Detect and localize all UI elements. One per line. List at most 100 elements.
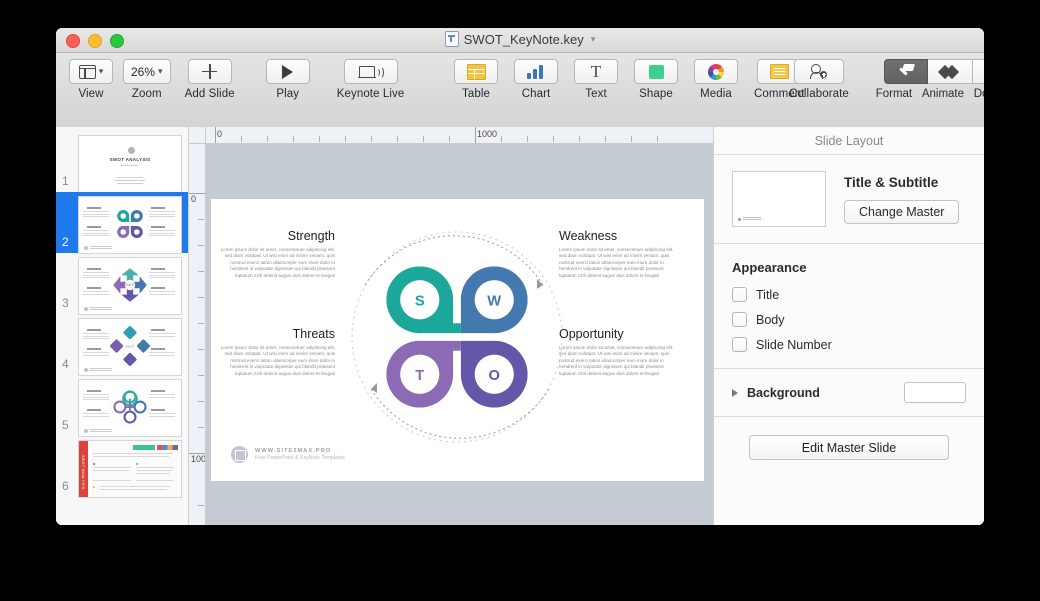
zoom-label: Zoom [132,88,162,100]
background-color-swatch[interactable] [904,382,966,403]
thumbnail-image-2 [78,196,182,254]
text-button[interactable]: T Text [574,59,618,100]
slide-thumbnail-5[interactable]: 5 [56,375,188,436]
inspector-segmented-control: Format Animate Document [871,59,984,100]
slide-footer: WWW.SITE2MAX.PRO Free PowerPoint & KeyNo… [231,446,345,463]
media-button[interactable]: Media [694,59,738,100]
view-label: View [78,88,103,100]
checkbox-body[interactable] [732,312,747,327]
chevron-down-icon[interactable]: ▾ [591,34,596,45]
ruler-h-label-0: 0 [217,129,222,139]
thumbnail-image-6: SWOT ANALYSIS [78,440,182,498]
thumb1-title: SWOT ANALYSIS [110,157,151,162]
zoom-value: 26% [131,65,155,79]
tab-animate[interactable] [928,59,973,84]
play-button[interactable]: Play [266,59,310,100]
tab-format[interactable] [884,59,928,84]
strength-title: Strength [205,229,335,243]
toolbar: ▾ View 26% ▾ Zoom Add Slide [56,53,984,128]
checkbox-row-body[interactable]: Body [732,312,966,327]
chart-icon [527,65,545,79]
keynote-live-button[interactable]: Keynote Live [337,59,405,100]
keynote-window: SWOT_KeyNote.key ▾ ▾ View 26% ▾ Zoom [56,28,984,525]
ruler-corner [189,127,206,144]
slide-number-6: 6 [62,479,69,493]
checkbox-slide-number[interactable] [732,337,747,352]
collaborate-label: Collaborate [789,88,849,100]
opportunity-title: Opportunity [559,327,624,341]
weakness-title: Weakness [559,229,617,243]
horizontal-ruler[interactable]: 0 1000 [189,127,713,144]
slide-number-4: 4 [62,357,69,371]
slide-thumbnail-4[interactable]: 4 [56,314,188,375]
vertical-ruler[interactable]: 0 1000 [189,127,206,525]
plus-icon [202,64,217,79]
slide-number-5: 5 [62,418,69,432]
slide-thumbnail-3[interactable]: 3 [56,253,188,314]
view-button[interactable]: ▾ View [69,59,113,100]
document-title[interactable]: SWOT_KeyNote.key ▾ [56,31,984,47]
slide-thumbnail-2[interactable]: 2 [56,192,188,253]
weakness-body: Lorem ipsum dolor sit amet, consectetuer… [559,247,681,279]
slide-thumbnail-6[interactable]: 6 SWOT ANALYSIS [56,436,188,497]
ruler-v-label-0: 0 [191,195,199,204]
threats-title: Threats [205,327,335,341]
title-bar: SWOT_KeyNote.key ▾ [56,28,984,53]
text-icon: T [591,63,601,80]
edit-master-slide-button[interactable]: Edit Master Slide [749,435,949,460]
media-icon [708,64,724,80]
checkbox-title-label: Title [756,288,779,302]
checkbox-body-label: Body [756,313,785,327]
tab-document-label: Document [969,88,984,100]
checkbox-title[interactable] [732,287,747,302]
swot-letter-w: W [487,294,501,310]
collaborate-button[interactable]: Collaborate [789,59,849,100]
slide-editing-surface[interactable]: S W T [211,199,704,481]
keynote-live-label: Keynote Live [337,88,405,100]
appearance-section: Appearance Title Body Slide Number [714,244,984,369]
ruler-h-label-1000: 1000 [477,129,497,139]
slide-thumbnail-1[interactable]: 1 SWOT ANALYSIS [56,131,188,192]
master-name: Title & Subtitle [844,175,959,190]
checkbox-row-slide-number[interactable]: Slide Number [732,337,966,352]
play-icon [282,65,293,79]
animate-diamond-icon [940,66,960,78]
threats-body: Lorem ipsum dolor sit amet, consectetuer… [213,345,335,377]
chart-label: Chart [522,88,551,100]
format-brush-icon [898,64,915,80]
zoom-button[interactable]: 26% ▾ Zoom [123,59,171,100]
change-master-button[interactable]: Change Master [844,200,959,224]
background-section: Background [714,369,984,417]
tab-document[interactable] [973,59,984,84]
swot-clover-shape: S W T [359,239,555,435]
slide-number-2: 2 [62,235,69,249]
toolbar-insert-group: Table Chart T Text Shape Media Comment [446,59,813,100]
text-label: Text [585,88,607,100]
canvas-background: S W T [205,143,713,525]
main-body: 1 SWOT ANALYSIS 2 [56,127,984,525]
master-thumbnail[interactable] [732,171,826,227]
keynote-document-icon [445,31,459,47]
shape-button[interactable]: Shape [634,59,678,100]
appearance-title: Appearance [732,260,966,275]
document-title-text: SWOT_KeyNote.key [464,32,584,47]
add-slide-button[interactable]: Add Slide [185,59,235,100]
disclosure-triangle-icon[interactable] [732,389,738,397]
swot-letter-s: S [415,294,425,310]
thumbnail-image-4: SWOT [78,318,182,376]
toolbar-right-group: Collaborate For [784,59,984,100]
slide-navigator[interactable]: 1 SWOT ANALYSIS 2 [56,127,189,525]
add-slide-label: Add Slide [185,88,235,100]
swot-letter-o: O [489,368,500,384]
opportunity-body: Lorem ipsum dolor sit amet, consectetuer… [559,345,681,377]
table-label: Table [462,88,490,100]
table-button[interactable]: Table [454,59,498,100]
background-label: Background [747,386,820,400]
chevron-down-icon: ▾ [99,66,104,77]
thumbnail-image-1: SWOT ANALYSIS [78,135,182,193]
footer-site-url: WWW.SITE2MAX.PRO [255,448,345,454]
checkbox-row-title[interactable]: Title [732,287,966,302]
slide-number-1: 1 [62,174,69,188]
chart-button[interactable]: Chart [514,59,558,100]
view-layout-icon [79,65,96,79]
